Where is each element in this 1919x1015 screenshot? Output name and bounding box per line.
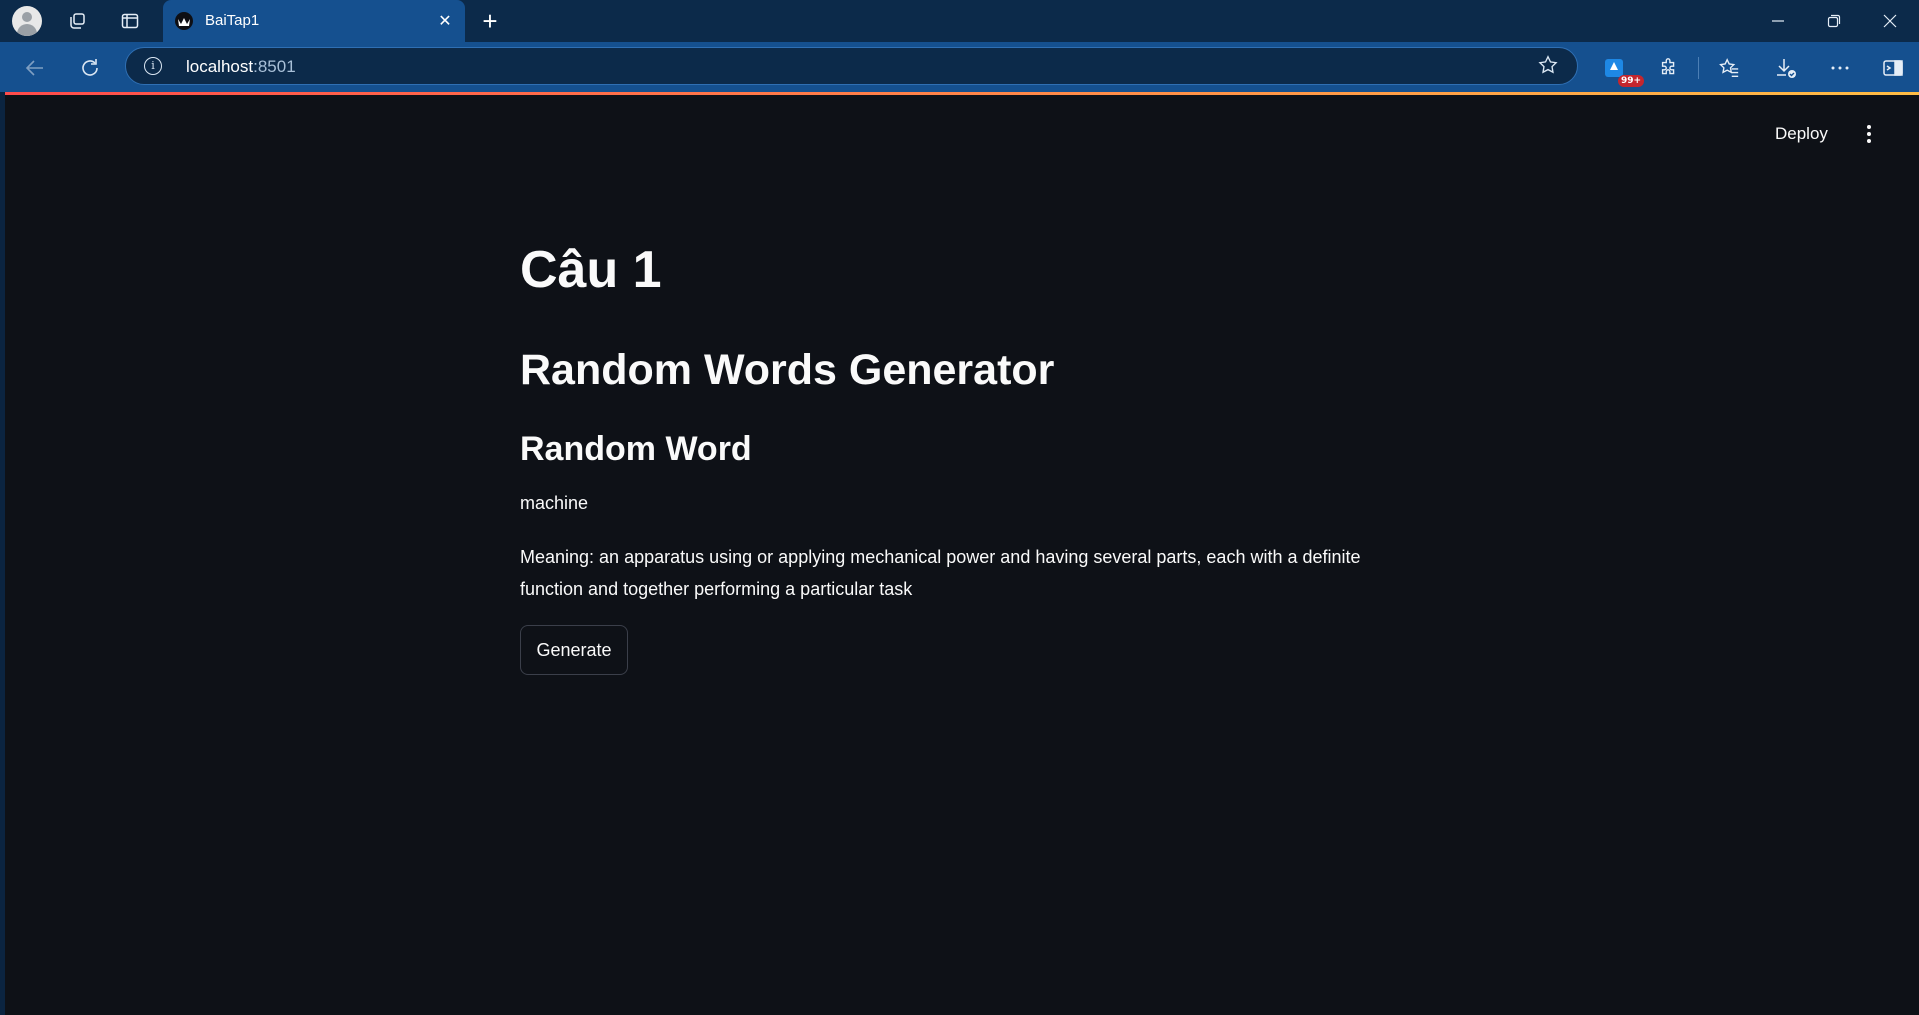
close-icon [1883, 14, 1897, 28]
profile-button[interactable] [11, 5, 43, 37]
tab-close-button[interactable]: ✕ [433, 9, 457, 33]
minimize-icon [1772, 20, 1784, 22]
extensions-icon [1661, 58, 1675, 75]
browser-tab-active[interactable]: BaiTap1 ✕ [163, 0, 465, 42]
browser-toolbar: i localhost:8501 99+ [0, 42, 1919, 92]
back-button[interactable] [18, 51, 52, 85]
extension-app-button[interactable]: 99+ [1597, 51, 1645, 87]
refresh-icon [82, 59, 98, 76]
workspaces-button[interactable] [61, 5, 93, 37]
sidebar-icon [1883, 60, 1903, 76]
sidebar-button[interactable] [1876, 51, 1910, 85]
back-icon [25, 60, 43, 76]
page-title: Câu 1 [520, 241, 662, 299]
notification-badge: 99+ [1618, 75, 1645, 87]
new-tab-button[interactable]: + [474, 5, 506, 37]
url-host: localhost [186, 57, 254, 76]
header: Random Words Generator [520, 346, 1055, 394]
downloads-button[interactable] [1769, 51, 1803, 85]
close-window-button[interactable] [1862, 0, 1918, 42]
favorites-button[interactable] [1712, 51, 1746, 85]
favorites-icon [1719, 58, 1739, 77]
minimize-button[interactable] [1750, 0, 1806, 42]
deploy-button[interactable]: Deploy [1775, 124, 1828, 144]
app-page: Deploy Câu 1 Random Words Generator Rand… [5, 92, 1919, 1015]
favorite-star-icon[interactable] [1537, 54, 1559, 76]
main-menu-icon[interactable] [1860, 122, 1878, 146]
downloads-icon [1777, 59, 1796, 78]
extension-app-icon: 99+ [1603, 57, 1645, 87]
address-bar[interactable]: i localhost:8501 [125, 47, 1578, 85]
url-text: localhost:8501 [186, 57, 296, 77]
toolbar-divider [1698, 57, 1699, 79]
url-port: :8501 [253, 57, 296, 76]
vertical-tabs-icon [121, 13, 139, 29]
extensions-button[interactable] [1652, 51, 1686, 85]
restore-icon [1827, 14, 1841, 28]
plus-icon: + [482, 5, 498, 36]
restore-button[interactable] [1806, 0, 1862, 42]
vertical-tabs-button[interactable] [114, 5, 146, 37]
more-button[interactable] [1823, 51, 1857, 85]
streamlit-favicon-icon [175, 12, 193, 30]
info-icon[interactable]: i [144, 57, 162, 75]
profile-icon [12, 6, 42, 36]
refresh-button[interactable] [73, 51, 107, 85]
close-tab-icon: ✕ [438, 13, 452, 30]
browser-title-bar: BaiTap1 ✕ + [0, 0, 1919, 42]
decoration-bar [5, 92, 1919, 95]
tab-title: BaiTap1 [205, 12, 260, 29]
subheader: Random Word [520, 430, 752, 468]
more-icon [1831, 66, 1849, 70]
word-meaning: Meaning: an apparatus using or applying … [520, 547, 1361, 599]
generate-button[interactable]: Generate [520, 625, 628, 675]
workspaces-icon [70, 13, 85, 29]
random-word: machine [520, 493, 589, 513]
